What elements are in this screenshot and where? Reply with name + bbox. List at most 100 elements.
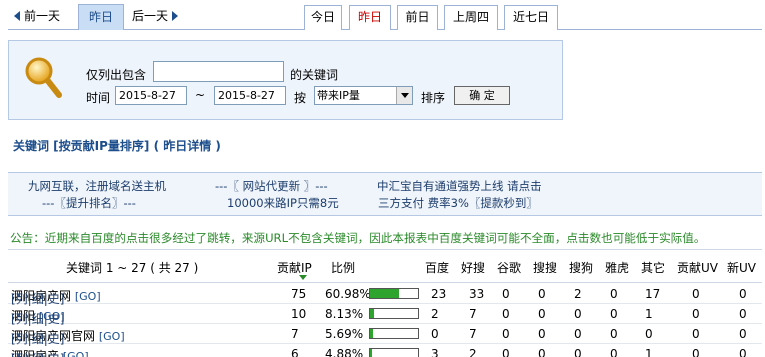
ratio-bar	[369, 288, 419, 299]
header-contributed-uv[interactable]: 贡献UV	[677, 259, 718, 276]
header-contributed-ip[interactable]: 贡献IP	[277, 259, 312, 276]
list-detail-history-links[interactable]: [列|细|史]	[11, 350, 64, 357]
count-cell: 2	[574, 287, 582, 301]
sort-by-value: 带来IP量	[317, 89, 360, 102]
sort-down-icon	[299, 275, 307, 280]
prev-day-label: 前一天	[24, 9, 61, 23]
ratio-text: 60.98%	[325, 287, 371, 301]
table-row: [列|细|史]泗阳房产 [GO] 6 4.88% 3 2 0 0 0 0 1 0 0	[8, 344, 762, 357]
count-cell: 0	[610, 287, 618, 301]
count-cell: 0	[574, 327, 582, 341]
go-link[interactable]: [GO]	[99, 330, 125, 343]
table-header: 关键词 1 ~ 27 ( 共 27 ) 贡献IP 比例 百度 好搜 谷歌 搜搜 …	[8, 249, 762, 283]
count-cell: 0	[692, 327, 700, 341]
left-arrow-icon	[14, 11, 20, 21]
count-cell: 3	[431, 347, 439, 357]
count-cell: 17	[645, 287, 661, 301]
contributed-ip: 75	[291, 287, 307, 301]
count-cell: 1	[645, 347, 653, 357]
next-day-link[interactable]: 后一天	[132, 7, 179, 24]
count-cell: 2	[431, 307, 439, 321]
chevron-down-icon	[396, 87, 412, 104]
contributed-ip: 6	[291, 347, 299, 357]
ratio-text: 4.88%	[325, 347, 364, 357]
count-cell: 7	[469, 327, 477, 341]
count-cell: 0	[739, 287, 747, 301]
count-cell: 0	[610, 327, 618, 341]
header-yahoo[interactable]: 雅虎	[605, 259, 629, 276]
next-day-label: 后一天	[132, 9, 169, 23]
header-soso[interactable]: 搜搜	[533, 259, 557, 276]
count-cell: 0	[502, 347, 510, 357]
contributed-ip: 10	[291, 307, 307, 321]
tab-day-before[interactable]: 前日	[397, 5, 438, 30]
ratio-bar	[369, 308, 419, 319]
tab-last-seven-days[interactable]: 近七日	[504, 5, 558, 30]
keyword-filter-input[interactable]	[153, 61, 284, 82]
confirm-button[interactable]: 确 定	[454, 86, 510, 105]
row-links[interactable]: [列|细|史] 泗阳房产网 [GO]	[11, 287, 101, 306]
date-nav: 前一天 昨日 后一天 今日 昨日 前日 上周四 近七日	[8, 0, 762, 30]
header-baidu[interactable]: 百度	[425, 259, 449, 276]
go-link[interactable]: [GO]	[75, 290, 101, 303]
sort-by-select[interactable]: 带来IP量	[314, 86, 413, 105]
ad-link-4[interactable]: 10000来路IP只需8元	[227, 195, 339, 211]
header-sogou[interactable]: 搜狗	[569, 259, 593, 276]
header-haosou[interactable]: 好搜	[461, 259, 485, 276]
count-cell: 0	[538, 327, 546, 341]
ad-link-2[interactable]: ---〖提升排名〗---	[42, 195, 136, 211]
header-google[interactable]: 谷歌	[497, 259, 521, 276]
ad-link-5[interactable]: 中汇宝自有通道强势上线 请点击	[377, 178, 542, 194]
filter-panel: 仅列出包含 的关键词 时间 2015-8-27 ~ 2015-8-27 按 带来…	[8, 40, 563, 120]
count-cell: 2	[469, 347, 477, 357]
count-cell: 0	[692, 287, 700, 301]
notice-text: 公告：近期来自百度的点击很多经过了跳转，来源URL不包含关键词，因此本报表中百度…	[10, 231, 706, 245]
count-cell: 0	[502, 287, 510, 301]
count-cell: 0	[538, 307, 546, 321]
header-new-uv[interactable]: 新UV	[727, 259, 756, 276]
count-cell: 0	[431, 327, 439, 341]
ratio-bar-fill	[370, 309, 374, 318]
row-links[interactable]: [列|细|史] 泗阳 [GO]	[11, 307, 65, 326]
date-from-input[interactable]: 2015-8-27	[115, 86, 187, 105]
count-cell: 0	[692, 347, 700, 357]
count-cell: 23	[431, 287, 447, 301]
tab-yesterday[interactable]: 昨日	[349, 5, 391, 30]
row-links[interactable]: [列|细|史]泗阳房产 [GO]	[11, 347, 89, 357]
ratio-bar-fill	[370, 289, 400, 298]
count-cell: 0	[610, 347, 618, 357]
ad-strip: 九网互联，注册域名送主机 ---〖提升排名〗--- ---〖 网站代更新 〗--…	[8, 172, 762, 216]
header-keyword: 关键词 1 ~ 27 ( 共 27 )	[66, 261, 199, 275]
sort-label: 排序	[421, 91, 446, 105]
count-cell: 0	[610, 307, 618, 321]
count-cell: 0	[692, 307, 700, 321]
count-cell: 0	[739, 307, 747, 321]
date-to-input[interactable]: 2015-8-27	[214, 86, 286, 105]
current-day-tab: 昨日	[78, 4, 124, 30]
count-cell: 1	[645, 307, 653, 321]
tab-last-thursday[interactable]: 上周四	[444, 5, 498, 30]
contributed-ip: 7	[291, 327, 299, 341]
count-cell: 0	[574, 347, 582, 357]
tab-today[interactable]: 今日	[304, 5, 342, 30]
prev-day-link[interactable]: 前一天	[14, 7, 60, 24]
ratio-bar-fill	[370, 329, 373, 338]
ad-link-3[interactable]: ---〖 网站代更新 〗---	[215, 178, 328, 194]
by-label: 按	[294, 91, 307, 105]
table-row: [列|细|史] 泗阳房产网 [GO] 75 60.98% 23 33 0 0 2 0 17 0 0	[8, 284, 762, 306]
go-link[interactable]: [GO]	[63, 350, 89, 357]
keyword-suffix-label: 的关键词	[290, 68, 339, 82]
ad-link-1[interactable]: 九网互联，注册域名送主机	[28, 178, 166, 194]
count-cell: 0	[502, 327, 510, 341]
header-other[interactable]: 其它	[641, 259, 665, 276]
ad-link-6[interactable]: 三方支付 费率3%〖提款秒到〗	[378, 195, 538, 211]
ratio-text: 5.69%	[325, 327, 364, 341]
count-cell: 0	[645, 327, 653, 341]
time-label: 时间	[86, 91, 111, 105]
row-links[interactable]: [列|细|史] 泗阳房产网官网 [GO]	[11, 327, 125, 346]
ratio-bar-fill	[370, 349, 373, 357]
count-cell: 0	[538, 347, 546, 357]
count-cell: 0	[739, 347, 747, 357]
count-cell: 0	[538, 287, 546, 301]
ratio-text: 8.13%	[325, 307, 364, 321]
